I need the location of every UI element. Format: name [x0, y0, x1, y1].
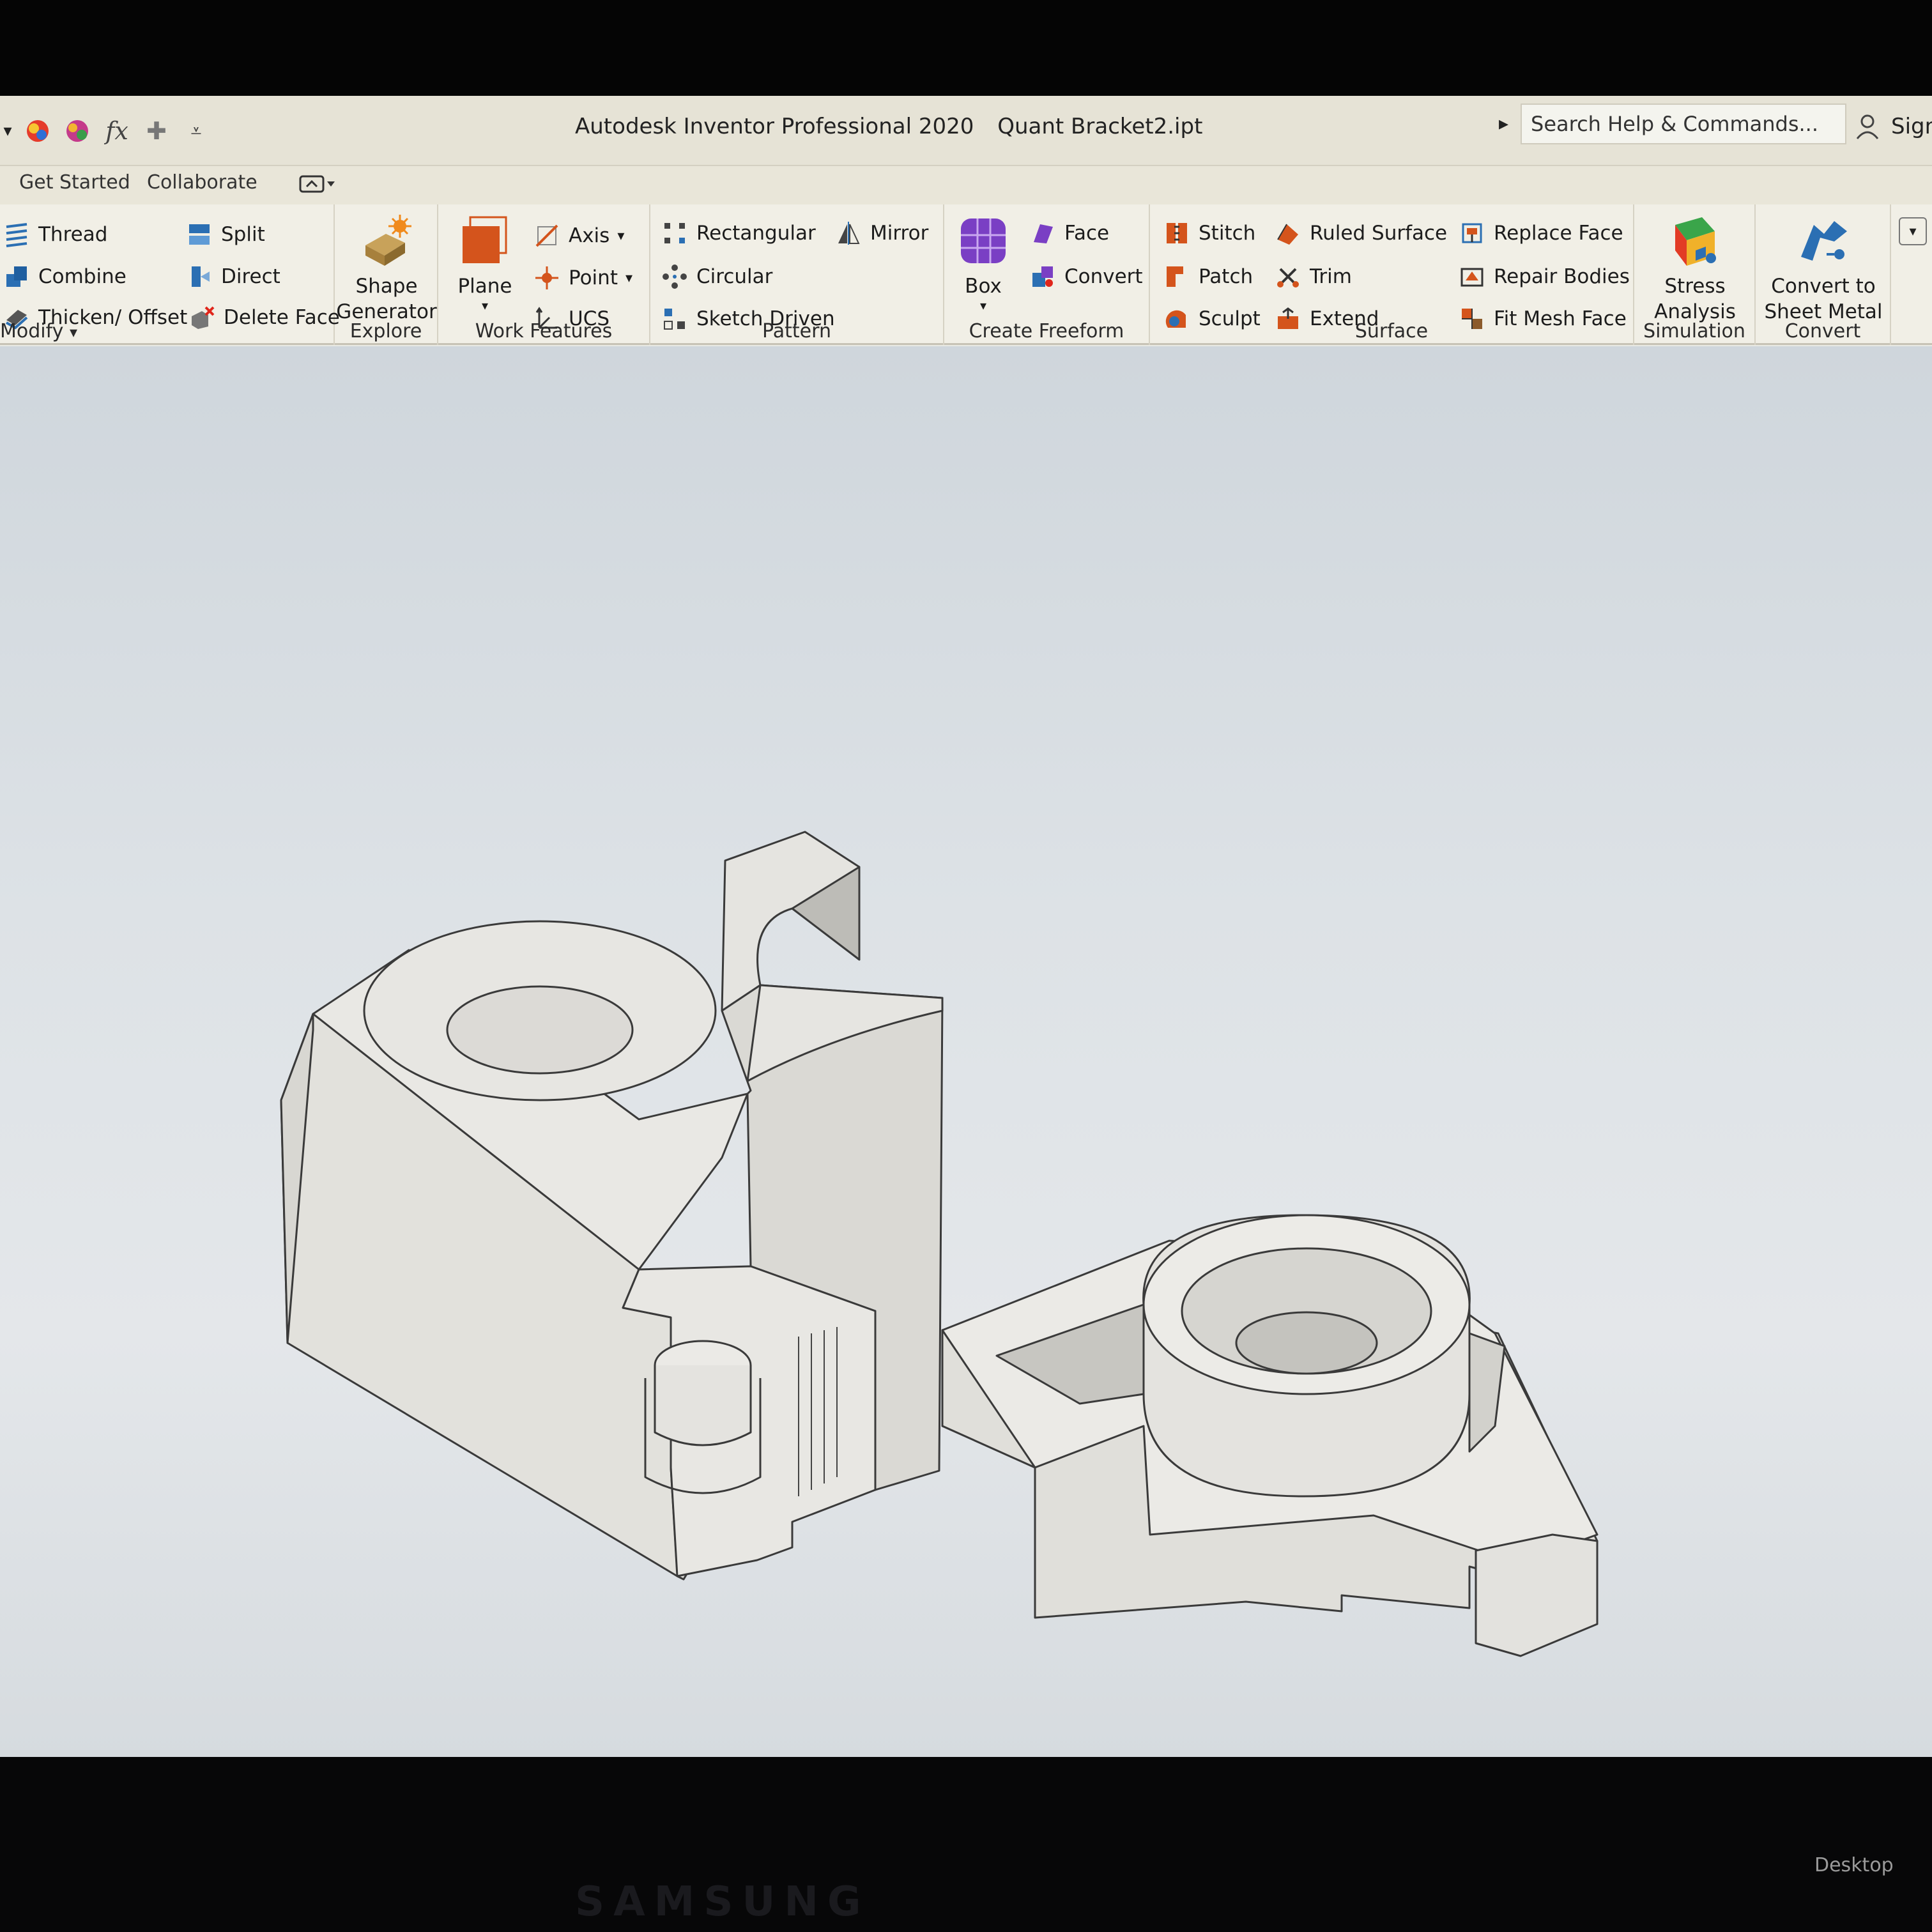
window-title: Autodesk Inventor Professional 2020 Quan…: [575, 114, 1219, 139]
ruled-surface-button[interactable]: Ruled Surface: [1275, 216, 1447, 250]
panel-modify: Thread Split Combine Direct Thicken/ Off…: [0, 204, 340, 345]
fx-icon[interactable]: fx: [100, 114, 134, 148]
search-input[interactable]: Search Help & Commands...: [1521, 103, 1846, 144]
direct-button[interactable]: Direct: [187, 259, 280, 294]
freeform-box-icon: [961, 218, 1006, 263]
thread-button[interactable]: Thread: [4, 217, 107, 252]
panel-work-features: Plane ▾ Axis ▾ Point ▾ UCS Work Features: [438, 204, 650, 345]
direct-edit-icon: [187, 264, 212, 289]
ribbon-tabs: Get Started Collaborate: [0, 166, 1932, 204]
monitor-brand-logo: SAMSUNG: [575, 1878, 870, 1926]
patch-button[interactable]: Patch: [1164, 259, 1253, 294]
chevron-down-icon: ▾: [481, 298, 489, 313]
app-name: Autodesk Inventor Professional 2020: [575, 114, 974, 139]
panel-convert: Convert to Sheet Metal Convert: [1756, 204, 1891, 345]
panel-pattern: Rectangular Mirror Circular Sketch Drive…: [650, 204, 944, 345]
rectangular-pattern-icon: [662, 220, 687, 246]
point-icon: [534, 265, 560, 291]
patch-icon: [1164, 264, 1190, 289]
sign-in-label: Sign: [1891, 114, 1932, 139]
shape-generator-icon: [365, 215, 411, 266]
panel-explore: Shape Generator Explore: [335, 204, 438, 345]
plus-icon[interactable]: ✚: [139, 114, 174, 148]
convert-to-sheet-metal-button[interactable]: Convert to Sheet Metal: [1759, 212, 1887, 325]
mirror-button[interactable]: Mirror: [836, 216, 928, 250]
box-freeform-button[interactable]: Box ▾: [948, 212, 1018, 312]
tab-get-started[interactable]: Get Started: [19, 171, 130, 194]
bracket-part-model[interactable]: [0, 346, 1932, 1757]
freeform-face-icon: [1030, 220, 1055, 246]
stress-analysis-button[interactable]: Stress Analysis: [1638, 212, 1752, 325]
face-freeform-button[interactable]: Face: [1030, 216, 1109, 250]
chevron-down-icon: ▾: [979, 298, 987, 313]
split-button[interactable]: Split: [187, 217, 265, 252]
panel-surface: Stitch Ruled Surface Replace Face Patch …: [1150, 204, 1634, 345]
dropdown-icon[interactable]: ▾: [0, 114, 15, 148]
panel-explore-label: Explore: [349, 320, 422, 342]
stress-analysis-icon: [1675, 217, 1716, 266]
point-button[interactable]: Point ▾: [534, 261, 632, 295]
chevron-down-icon: ▾: [617, 227, 625, 244]
panel-create-freeform-label: Create Freeform: [969, 320, 1124, 342]
stitch-icon: [1164, 220, 1190, 246]
monitor-bezel-bottom: [0, 1757, 1932, 1932]
chevron-down-icon: ▾: [625, 270, 633, 286]
replace-face-button[interactable]: Replace Face: [1459, 216, 1623, 250]
convert-freeform-button[interactable]: Convert: [1030, 259, 1143, 294]
quick-access-toolbar: ▾ fx ✚ ⩡: [0, 115, 218, 147]
stitch-button[interactable]: Stitch: [1164, 216, 1255, 250]
appearance-icon[interactable]: [20, 114, 55, 148]
split-icon: [187, 222, 212, 247]
ruled-surface-icon: [1275, 220, 1301, 246]
panel-simulation-label: Simulation: [1643, 320, 1745, 342]
rectangular-pattern-button[interactable]: Rectangular: [662, 216, 816, 250]
circular-pattern-button[interactable]: Circular: [662, 259, 772, 294]
chevron-down-icon: ▾: [69, 323, 77, 341]
ribbon: Thread Split Combine Direct Thicken/ Off…: [0, 204, 1932, 345]
circular-pattern-icon: [662, 264, 687, 289]
title-bar: ▾ fx ✚ ⩡ Autodesk Inventor Professional …: [0, 96, 1932, 166]
panel-modify-label[interactable]: Modify ▾: [0, 320, 334, 342]
axis-button[interactable]: Axis ▾: [534, 218, 624, 253]
freeform-convert-icon: [1030, 264, 1055, 289]
panel-convert-label: Convert: [1784, 320, 1861, 342]
plane-button[interactable]: Plane ▾: [443, 212, 526, 312]
document-name: Quant Bracket2.ipt: [997, 114, 1203, 139]
panel-surface-label: Surface: [1354, 320, 1429, 342]
mirror-icon: [836, 220, 861, 246]
panel-overflow: ▾: [1891, 204, 1932, 345]
axis-icon: [534, 223, 560, 249]
panel-simulation: Stress Analysis Simulation: [1634, 204, 1756, 345]
panel-create-freeform: Box ▾ Face Convert Create Freeform: [944, 204, 1150, 345]
sheet-metal-icon: [1801, 221, 1847, 261]
material-icon[interactable]: [60, 114, 95, 148]
monitor-bezel-top: [0, 0, 1932, 96]
combine-icon: [4, 264, 29, 289]
search-expand-icon[interactable]: ▸: [1499, 112, 1508, 135]
combine-button[interactable]: Combine: [4, 259, 126, 294]
replace-face-icon: [1459, 220, 1485, 246]
panel-pattern-label: Pattern: [762, 320, 831, 342]
graphics-viewport[interactable]: [0, 346, 1932, 1757]
ribbon-display-toggle-icon[interactable]: [299, 172, 337, 201]
inventor-window: ▾ fx ✚ ⩡ Autodesk Inventor Professional …: [0, 96, 1932, 1757]
tab-collaborate[interactable]: Collaborate: [147, 171, 257, 194]
sign-in-button[interactable]: Sign: [1853, 107, 1932, 146]
ribbon-overflow-icon[interactable]: ▾: [1899, 217, 1927, 245]
panel-work-features-label: Work Features: [475, 320, 613, 342]
customize-icon[interactable]: ⩡: [179, 114, 213, 148]
plane-icon: [463, 216, 507, 263]
trim-button[interactable]: Trim: [1275, 259, 1352, 294]
user-icon: [1856, 114, 1879, 139]
trim-icon: [1275, 264, 1301, 289]
shape-generator-button[interactable]: Shape Generator: [336, 212, 437, 325]
repair-bodies-button[interactable]: Repair Bodies: [1459, 259, 1630, 294]
thread-icon: [4, 222, 29, 247]
repair-bodies-icon: [1459, 264, 1485, 289]
taskbar-desktop-label[interactable]: Desktop: [1814, 1854, 1894, 1876]
